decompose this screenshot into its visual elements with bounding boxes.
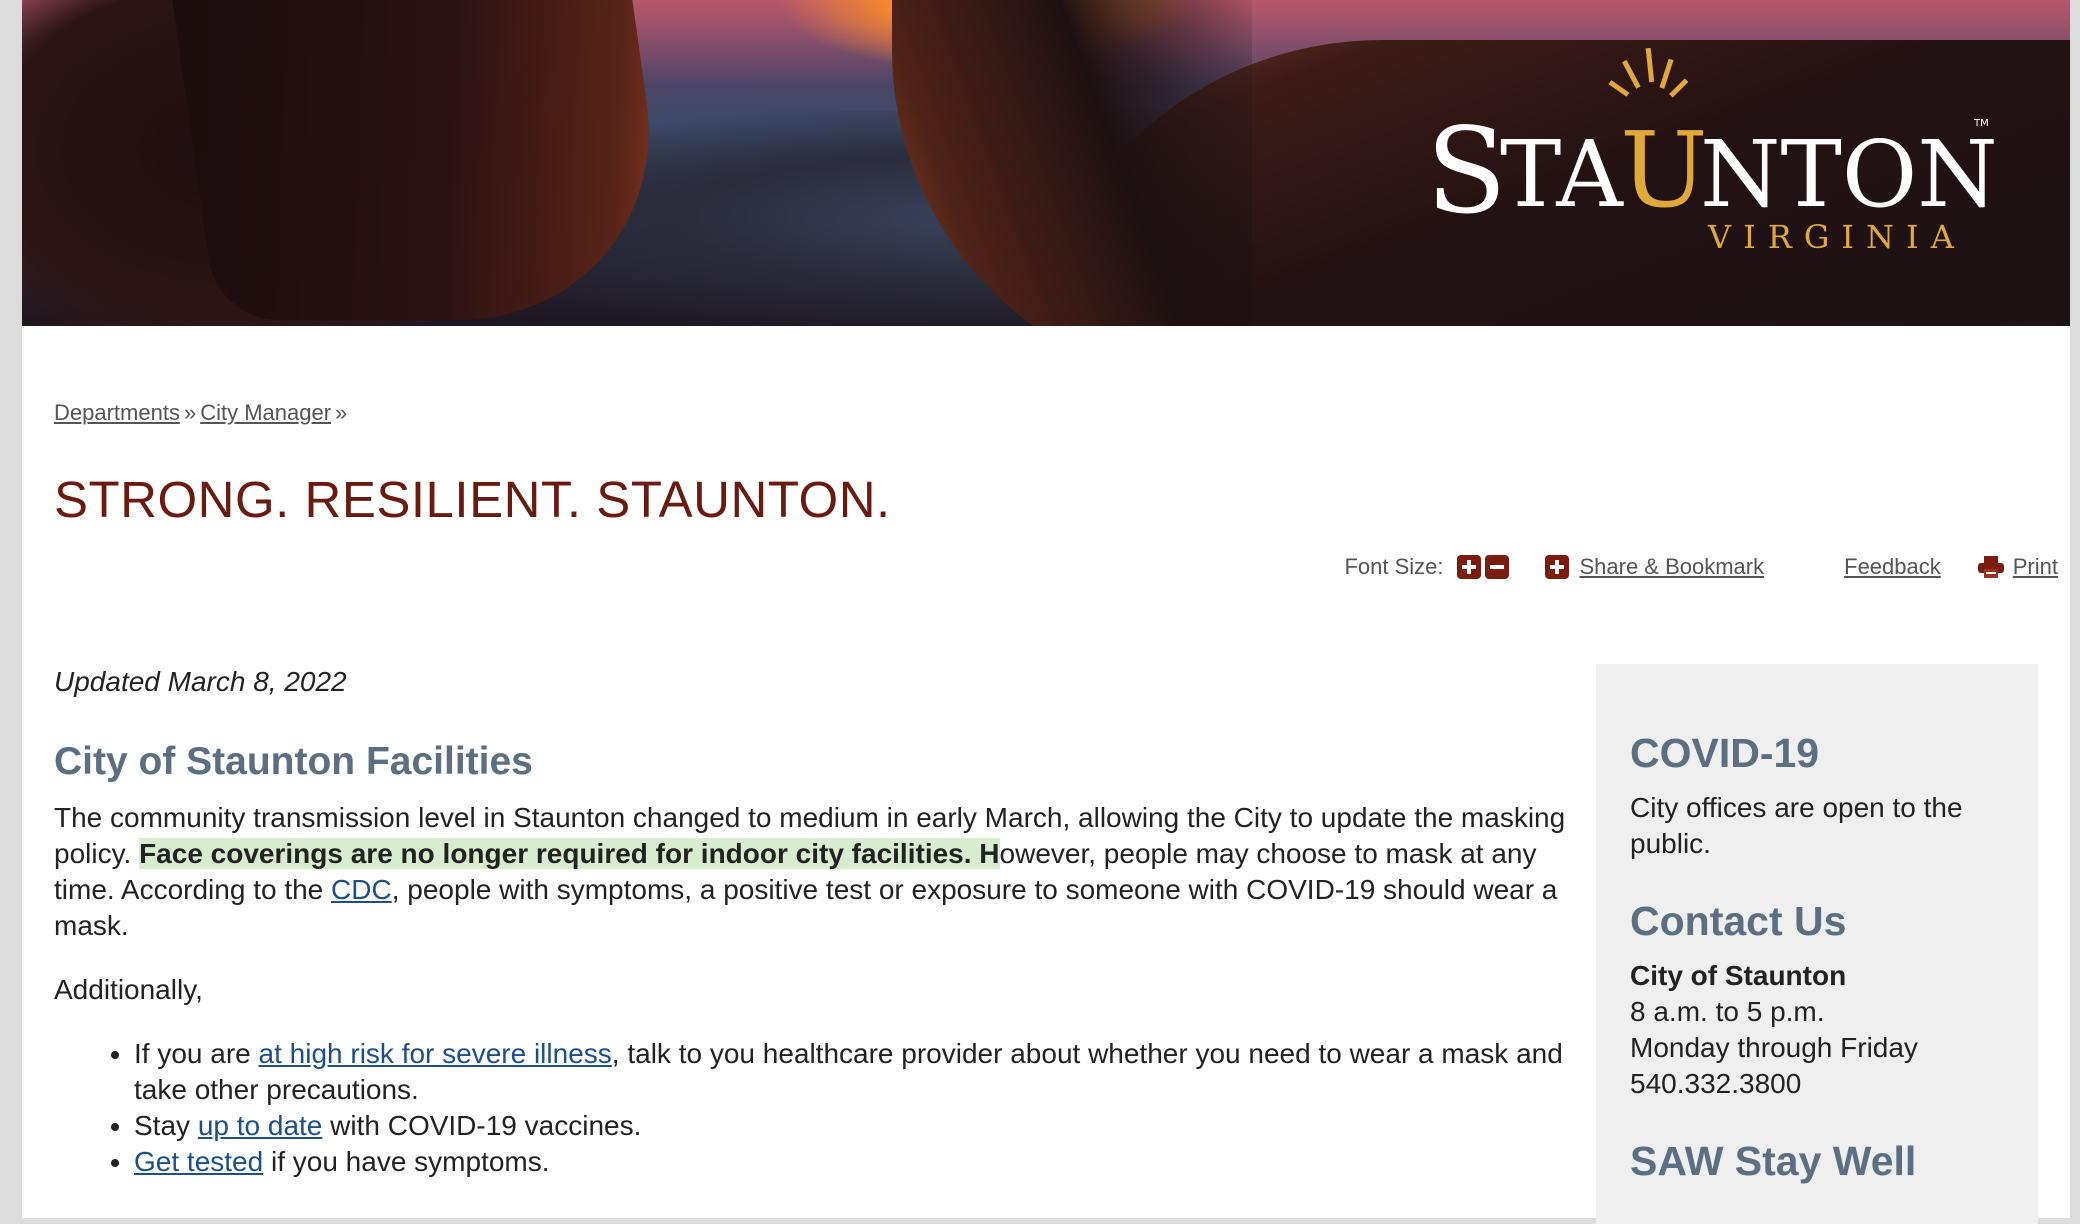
page-toolbar: Font Size: Share & Bookmark Feedback Pri…: [1344, 552, 2058, 582]
logo-u: U: [1620, 109, 1708, 231]
high-risk-link[interactable]: at high risk for severe illness: [259, 1038, 612, 1069]
breadcrumb-separator: »: [183, 400, 197, 425]
highlighted-notice: Face coverings are no longer required fo…: [139, 838, 1000, 869]
contact-name: City of Staunton: [1630, 960, 1847, 991]
list-item-text: if you have symptoms.: [263, 1146, 550, 1177]
list-item: Get tested if you have symptoms.: [134, 1144, 1574, 1180]
logo-virginia: VIRGINIA: [1707, 218, 1966, 256]
feedback-link[interactable]: Feedback: [1844, 554, 1941, 580]
up-to-date-link[interactable]: up to date: [198, 1110, 323, 1141]
minus-icon: [1490, 565, 1505, 569]
font-size-label: Font Size:: [1344, 554, 1444, 579]
list-item-text: Stay: [134, 1110, 198, 1141]
list-item: If you are at high risk for severe illne…: [134, 1036, 1574, 1108]
logo-trademark: TM: [1973, 118, 1989, 129]
staunton-logo[interactable]: S TA U NTON TM VIRGINIA: [1416, 40, 2016, 270]
contact-block: City of Staunton 8 a.m. to 5 p.m. Monday…: [1630, 958, 2004, 1102]
breadcrumb-city-manager[interactable]: City Manager: [200, 400, 331, 425]
section-title-facilities: City of Staunton Facilities: [54, 740, 533, 783]
facilities-paragraph: The community transmission level in Stau…: [54, 800, 1574, 944]
cdc-link[interactable]: CDC: [331, 874, 392, 905]
logo-s: S: [1426, 102, 1507, 240]
sidebar-covid-text: City offices are open to the public.: [1630, 792, 1963, 859]
additionally-text: Additionally,: [54, 974, 203, 1005]
plus-icon: [1467, 560, 1472, 574]
list-item-text: If you are: [134, 1038, 259, 1069]
logo-nton: NTON: [1700, 121, 1998, 228]
page-title: STRONG. RESILIENT. STAUNTON.: [54, 471, 891, 528]
recommendations-list: If you are at high risk for severe illne…: [54, 1036, 1574, 1180]
breadcrumb-departments[interactable]: Departments: [54, 400, 180, 425]
print-link[interactable]: Print: [2013, 554, 2058, 580]
contact-days: Monday through Friday: [1630, 1032, 1918, 1063]
logo-ta: TA: [1500, 121, 1624, 228]
share-bookmark-link[interactable]: Share & Bookmark: [1579, 554, 1764, 580]
breadcrumb-separator: »: [335, 400, 348, 425]
contact-hours: 8 a.m. to 5 p.m.: [1630, 996, 1825, 1027]
font-increase-button[interactable]: [1457, 555, 1482, 579]
sidebar-covid-title: COVID-19: [1630, 730, 1820, 776]
printer-icon[interactable]: [1977, 555, 2005, 579]
list-item-text: with COVID-19 vaccines.: [322, 1110, 642, 1141]
updated-date: Updated March 8, 2022: [54, 666, 347, 697]
breadcrumb: Departments» City Manager»: [54, 400, 351, 426]
get-tested-link[interactable]: Get tested: [134, 1146, 263, 1177]
page: S TA U NTON TM VIRGINIA Departments» City…: [22, 0, 2070, 1224]
font-decrease-button[interactable]: [1485, 555, 1510, 579]
list-item: Stay up to date with COVID-19 vaccines.: [134, 1108, 1574, 1144]
header-banner: S TA U NTON TM VIRGINIA: [22, 0, 2070, 326]
contact-phone: 540.332.3800: [1630, 1068, 1802, 1099]
sidebar: COVID-19 City offices are open to the pu…: [1596, 664, 2038, 1224]
sidebar-saw-title: SAW Stay Well: [1630, 1138, 1917, 1184]
main-content: Updated March 8, 2022 City of Staunton F…: [54, 664, 1574, 1180]
sidebar-contact-title: Contact Us: [1630, 898, 1847, 944]
sunburst-icon: [1608, 47, 1689, 98]
share-plus-icon[interactable]: [1545, 555, 1570, 579]
